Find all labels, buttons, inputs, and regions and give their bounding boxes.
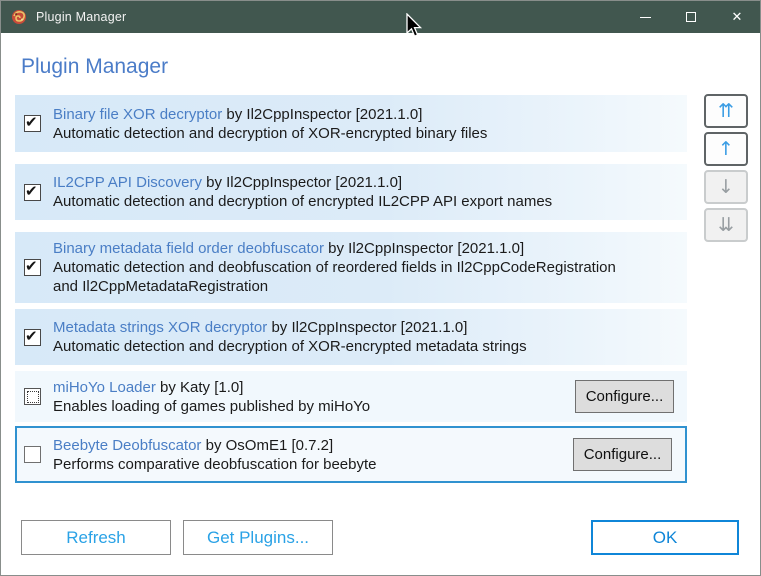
page-title: Plugin Manager (21, 55, 169, 78)
up-arrow-icon: ↑ (718, 137, 734, 160)
plugin-name-link[interactable]: Beebyte Deobfuscator (53, 437, 201, 454)
plugin-name-link[interactable]: Binary metadata field order deobfuscator (53, 240, 324, 257)
move-to-bottom-button[interactable]: ⇊ (704, 208, 748, 242)
minimize-icon (639, 16, 651, 18)
plugin-row-binary-file-xor-decryptor[interactable]: Binary file XOR decryptor by Il2CppInspe… (15, 95, 687, 152)
plugin-description: Automatic detection and decryption of XO… (53, 124, 488, 142)
plugin-checkbox[interactable] (24, 446, 41, 463)
refresh-button[interactable]: Refresh (21, 520, 171, 555)
app-icon (12, 10, 26, 24)
caption-buttons: ✕ (622, 1, 760, 33)
window-title: Plugin Manager (36, 10, 127, 24)
plugin-info: IL2CPP API Discovery by Il2CppInspector … (53, 173, 687, 211)
ok-button[interactable]: OK (591, 520, 739, 555)
plugin-description: Automatic detection and decryption of en… (53, 193, 553, 210)
plugin-description: Performs comparative deobfuscation for b… (53, 455, 377, 473)
titlebar[interactable]: Plugin Manager ✕ (1, 1, 760, 33)
plugin-name-link[interactable]: miHoYo Loader (53, 379, 156, 396)
double-down-arrow-icon: ⇊ (718, 213, 734, 236)
maximize-button[interactable] (668, 1, 714, 33)
plugin-byline: by Il2CppInspector [2021.1.0] (271, 319, 468, 336)
plugin-byline: by Il2CppInspector [2021.1.0] (206, 174, 403, 191)
plugin-byline: by Il2CppInspector [2021.1.0] (226, 105, 423, 123)
plugin-description: Automatic detection and decryption of XO… (53, 338, 527, 355)
plugin-byline: by Katy [1.0] (160, 378, 244, 396)
plugin-name-link[interactable]: IL2CPP API Discovery (53, 174, 202, 191)
plugin-info: Binary metadata field order deobfuscator… (53, 239, 687, 296)
plugin-manager-window: Plugin Manager ✕ Plugin Manager Binary f… (0, 0, 761, 576)
down-arrow-icon: ↓ (718, 175, 734, 198)
plugin-name-link[interactable]: Metadata strings XOR decryptor (53, 319, 267, 336)
close-icon: ✕ (731, 9, 743, 25)
move-to-top-button[interactable]: ⇈ (704, 94, 748, 128)
minimize-button[interactable] (622, 1, 668, 33)
plugin-info: Metadata strings XOR decryptor by Il2Cpp… (53, 318, 687, 356)
plugin-byline: by OsOmE1 [0.7.2] (205, 436, 334, 454)
plugin-info: Binary file XOR decryptor by Il2CppInspe… (53, 105, 687, 143)
plugin-byline: by Il2CppInspector [2021.1.0] (328, 240, 525, 257)
plugin-description: Enables loading of games published by mi… (53, 397, 371, 415)
get-plugins-button[interactable]: Get Plugins... (183, 520, 333, 555)
plugin-row-mihoyo-loader[interactable]: miHoYo Loader by Katy [1.0] Enables load… (15, 371, 687, 422)
plugin-checkbox[interactable] (24, 114, 41, 132)
double-up-arrow-icon: ⇈ (718, 99, 734, 122)
plugin-row-il2cpp-api-discovery[interactable]: IL2CPP API Discovery by Il2CppInspector … (15, 164, 687, 220)
plugin-row-metadata-strings-xor-decryptor[interactable]: Metadata strings XOR decryptor by Il2Cpp… (15, 309, 687, 365)
plugin-description: Automatic detection and deobfuscation of… (53, 259, 616, 295)
plugin-row-beebyte-deobfuscator[interactable]: Beebyte Deobfuscator by OsOmE1 [0.7.2] P… (15, 426, 687, 483)
plugin-checkbox[interactable] (24, 388, 41, 405)
close-button[interactable]: ✕ (714, 1, 760, 33)
plugin-info: miHoYo Loader by Katy [1.0] Enables load… (53, 378, 575, 416)
configure-button[interactable]: Configure... (573, 438, 672, 471)
move-down-button[interactable]: ↓ (704, 170, 748, 204)
plugin-checkbox[interactable] (24, 258, 41, 276)
plugin-checkbox[interactable] (24, 328, 41, 346)
plugin-info: Beebyte Deobfuscator by OsOmE1 [0.7.2] P… (53, 436, 573, 474)
move-up-button[interactable]: ↑ (704, 132, 748, 166)
plugin-checkbox[interactable] (24, 183, 41, 201)
configure-button[interactable]: Configure... (575, 380, 674, 413)
plugin-row-binary-metadata-field-order-deobfuscator[interactable]: Binary metadata field order deobfuscator… (15, 232, 687, 303)
plugin-name-link[interactable]: Binary file XOR decryptor (53, 106, 222, 123)
maximize-icon (686, 12, 696, 22)
